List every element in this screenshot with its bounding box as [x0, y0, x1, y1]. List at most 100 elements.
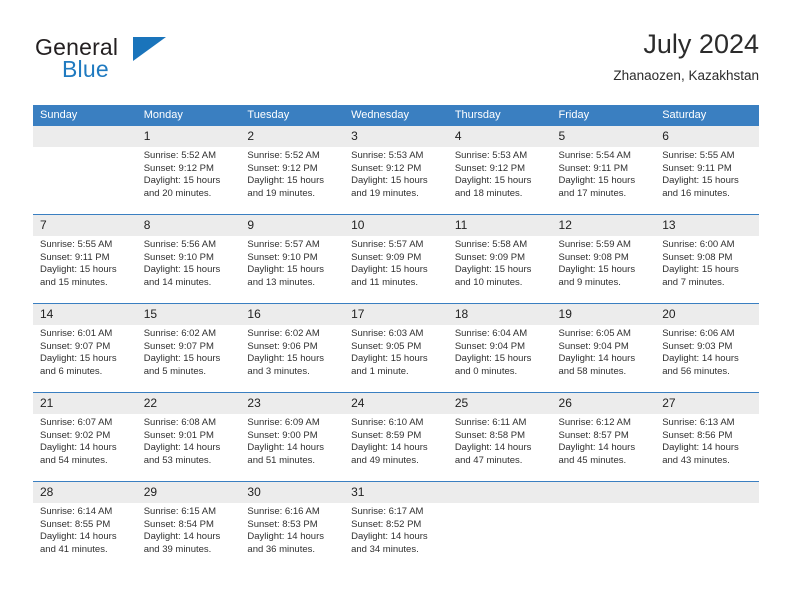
- day-details: Sunrise: 5:57 AM Sunset: 9:10 PM Daylight:…: [240, 236, 344, 289]
- calendar-day-cell[interactable]: 7 Sunrise: 5:55 AM Sunset: 9:11 PM Daylight…: [33, 214, 137, 304]
- calendar-day-cell[interactable]: 30 Sunrise: 6:16 AM Sunset: 8:53 PM Dayligh…: [240, 481, 345, 570]
- calendar-day-cell[interactable]: 31 Sunrise: 6:17 AM Sunset: 8:52 PM Dayligh…: [344, 481, 448, 570]
- calendar-day-cell[interactable]: 12 Sunrise: 5:59 AM Sunset: 9:08 PM Dayligh…: [551, 214, 656, 304]
- calendar-day-cell[interactable]: 3 Sunrise: 5:53 AM Sunset: 9:12 PM Daylight…: [344, 126, 448, 215]
- calendar-day-cell[interactable]: 10 Sunrise: 5:57 AM Sunset: 9:09 PM Dayligh…: [344, 214, 448, 304]
- day-details: Sunrise: 6:02 AM Sunset: 9:07 PM Daylight:…: [137, 325, 241, 378]
- calendar-day-cell[interactable]: 23 Sunrise: 6:09 AM Sunset: 9:00 PM Dayligh…: [240, 392, 345, 482]
- day-details: Sunrise: 5:55 AM Sunset: 9:11 PM Daylight:…: [33, 236, 137, 289]
- sunset-text: Sunset: 9:10 PM: [143, 251, 214, 263]
- daylight-text-line2: and 45 minutes.: [558, 454, 627, 466]
- daylight-text-line2: and 15 minutes.: [40, 276, 108, 288]
- day-number: 6: [655, 126, 759, 147]
- daylight-text-line2: and 20 minutes.: [143, 187, 212, 199]
- daylight-text-line2: and 51 minutes.: [247, 454, 316, 466]
- calendar-page: General Blue July 2024 Zhanaozen, Kazakh…: [0, 0, 792, 612]
- day-details: Sunrise: 5:57 AM Sunset: 9:09 PM Daylight:…: [344, 236, 448, 289]
- daylight-text-line2: and 36 minutes.: [247, 543, 316, 555]
- daylight-text-line1: Daylight: 15 hours: [454, 264, 532, 276]
- sunrise-text: Sunrise: 6:14 AM: [40, 506, 113, 517]
- sunset-text: Sunset: 9:03 PM: [662, 340, 733, 352]
- calendar-day-cell[interactable]: 27 Sunrise: 6:13 AM Sunset: 8:56 PM Dayligh…: [655, 392, 759, 482]
- calendar-day-cell[interactable]: 15 Sunrise: 6:02 AM Sunset: 9:07 PM Dayligh…: [136, 303, 241, 393]
- day-details: Sunrise: 6:13 AM Sunset: 8:56 PM Daylight:…: [655, 414, 759, 467]
- calendar-table: Sunday Monday Tuesday Wednesday Thursday…: [33, 105, 759, 570]
- day-details: Sunrise: 6:14 AM Sunset: 8:55 PM Daylight:…: [33, 503, 137, 556]
- calendar-day-cell[interactable]: 24 Sunrise: 6:10 AM Sunset: 8:59 PM Dayligh…: [344, 392, 448, 482]
- sunset-text: Sunset: 9:07 PM: [143, 340, 214, 352]
- day-number: 11: [447, 215, 552, 236]
- sunset-text: Sunset: 9:12 PM: [351, 162, 422, 174]
- sunrise-text: Sunrise: 6:16 AM: [247, 506, 320, 517]
- calendar-day-cell[interactable]: 18 Sunrise: 6:04 AM Sunset: 9:04 PM Dayligh…: [447, 303, 552, 393]
- day-details: Sunrise: 6:03 AM Sunset: 9:05 PM Daylight:…: [344, 325, 448, 378]
- sunset-text: Sunset: 9:00 PM: [247, 429, 318, 441]
- calendar-day-cell[interactable]: 14 Sunrise: 6:01 AM Sunset: 9:07 PM Dayligh…: [33, 303, 137, 393]
- calendar-day-cell[interactable]: 17 Sunrise: 6:03 AM Sunset: 9:05 PM Dayligh…: [344, 303, 448, 393]
- sunset-text: Sunset: 9:10 PM: [247, 251, 318, 263]
- calendar-day-cell[interactable]: 26 Sunrise: 6:12 AM Sunset: 8:57 PM Dayligh…: [551, 392, 656, 482]
- day-details: Sunrise: 6:07 AM Sunset: 9:02 PM Daylight:…: [33, 414, 137, 467]
- column-header-saturday: Saturday: [655, 105, 759, 126]
- day-number: 26: [551, 393, 656, 414]
- calendar-day-cell[interactable]: 1 Sunrise: 5:52 AM Sunset: 9:12 PM Daylight…: [136, 126, 241, 215]
- daylight-text-line2: and 19 minutes.: [247, 187, 316, 199]
- daylight-text-line2: and 10 minutes.: [454, 276, 523, 288]
- daylight-text-line2: and 53 minutes.: [143, 454, 212, 466]
- daylight-text-line1: Daylight: 14 hours: [40, 442, 117, 454]
- day-number: 18: [447, 304, 552, 325]
- column-header-sunday: Sunday: [33, 105, 137, 126]
- calendar-day-cell[interactable]: 21 Sunrise: 6:07 AM Sunset: 9:02 PM Dayligh…: [33, 392, 137, 482]
- calendar-day-cell[interactable]: 16 Sunrise: 6:02 AM Sunset: 9:06 PM Dayligh…: [240, 303, 345, 393]
- calendar-day-cell[interactable]: 19 Sunrise: 6:05 AM Sunset: 9:04 PM Dayligh…: [551, 303, 656, 393]
- calendar-day-cell[interactable]: 20 Sunrise: 6:06 AM Sunset: 9:03 PM Dayligh…: [655, 303, 759, 393]
- calendar-day-cell[interactable]: 29 Sunrise: 6:15 AM Sunset: 8:54 PM Dayligh…: [136, 481, 241, 570]
- sunrise-text: Sunrise: 5:53 AM: [351, 150, 424, 161]
- calendar-day-cell[interactable]: 2 Sunrise: 5:52 AM Sunset: 9:12 PM Daylight…: [240, 126, 345, 215]
- daylight-text-line2: and 11 minutes.: [351, 276, 419, 288]
- daylight-text-line2: and 14 minutes.: [143, 276, 212, 288]
- daylight-text-line1: Daylight: 15 hours: [351, 353, 428, 365]
- sunrise-text: Sunrise: 6:02 AM: [143, 328, 217, 339]
- day-number: 12: [551, 215, 656, 236]
- daylight-text-line1: Daylight: 14 hours: [247, 442, 324, 454]
- day-details: Sunrise: 6:17 AM Sunset: 8:52 PM Daylight:…: [344, 503, 448, 556]
- calendar-day-cell[interactable]: 6 Sunrise: 5:55 AM Sunset: 9:11 PM Daylight…: [655, 126, 759, 215]
- daylight-text-line1: Daylight: 14 hours: [40, 531, 117, 543]
- daylight-text-line1: Daylight: 15 hours: [247, 264, 324, 276]
- day-number: 25: [447, 393, 552, 414]
- daylight-text-line1: Daylight: 15 hours: [40, 353, 117, 365]
- daylight-text-line1: Daylight: 14 hours: [351, 531, 428, 543]
- calendar-day-cell[interactable]: 11 Sunrise: 5:58 AM Sunset: 9:09 PM Dayligh…: [447, 214, 552, 304]
- logo-text-blue: Blue: [62, 56, 109, 82]
- daylight-text-line2: and 13 minutes.: [247, 276, 316, 288]
- calendar-day-cell[interactable]: 5 Sunrise: 5:54 AM Sunset: 9:11 PM Daylight…: [551, 126, 656, 215]
- sunrise-text: Sunrise: 5:55 AM: [662, 150, 735, 161]
- daylight-text-line1: Daylight: 15 hours: [558, 264, 636, 276]
- sunset-text: Sunset: 8:57 PM: [558, 429, 629, 441]
- sunrise-text: Sunrise: 6:00 AM: [662, 239, 735, 250]
- calendar-day-cell[interactable]: 9 Sunrise: 5:57 AM Sunset: 9:10 PM Daylight…: [240, 214, 345, 304]
- calendar-day-cell[interactable]: 22 Sunrise: 6:08 AM Sunset: 9:01 PM Dayligh…: [136, 392, 241, 482]
- daylight-text-line2: and 3 minutes.: [247, 365, 310, 377]
- general-blue-logo[interactable]: General Blue: [33, 34, 263, 90]
- daylight-text-line2: and 19 minutes.: [351, 187, 419, 199]
- day-number: 17: [344, 304, 448, 325]
- daylight-text-line1: Daylight: 14 hours: [558, 442, 636, 454]
- day-details: Sunrise: 6:04 AM Sunset: 9:04 PM Daylight:…: [448, 325, 552, 378]
- calendar-day-cell-empty: [551, 481, 656, 570]
- sunrise-text: Sunrise: 6:01 AM: [40, 328, 113, 339]
- calendar-day-cell[interactable]: 25 Sunrise: 6:11 AM Sunset: 8:58 PM Dayligh…: [447, 392, 552, 482]
- calendar-day-cell[interactable]: 13 Sunrise: 6:00 AM Sunset: 9:08 PM Dayligh…: [655, 214, 759, 304]
- sunset-text: Sunset: 9:04 PM: [558, 340, 629, 352]
- daylight-text-line1: Daylight: 15 hours: [662, 175, 739, 187]
- calendar-day-cell[interactable]: 8 Sunrise: 5:56 AM Sunset: 9:10 PM Daylight…: [136, 214, 241, 304]
- calendar-week-row: 14 Sunrise: 6:01 AM Sunset: 9:07 PM Dayligh…: [33, 303, 759, 393]
- sunrise-text: Sunrise: 6:04 AM: [454, 328, 528, 339]
- calendar-day-cell[interactable]: 28 Sunrise: 6:14 AM Sunset: 8:55 PM Dayligh…: [33, 481, 137, 570]
- column-header-friday: Friday: [551, 105, 656, 126]
- sunrise-text: Sunrise: 6:08 AM: [143, 417, 217, 428]
- calendar-day-cell[interactable]: 4 Sunrise: 5:53 AM Sunset: 9:12 PM Daylight…: [447, 126, 552, 215]
- sunset-text: Sunset: 9:12 PM: [454, 162, 526, 174]
- day-details: Sunrise: 6:09 AM Sunset: 9:00 PM Daylight:…: [240, 414, 344, 467]
